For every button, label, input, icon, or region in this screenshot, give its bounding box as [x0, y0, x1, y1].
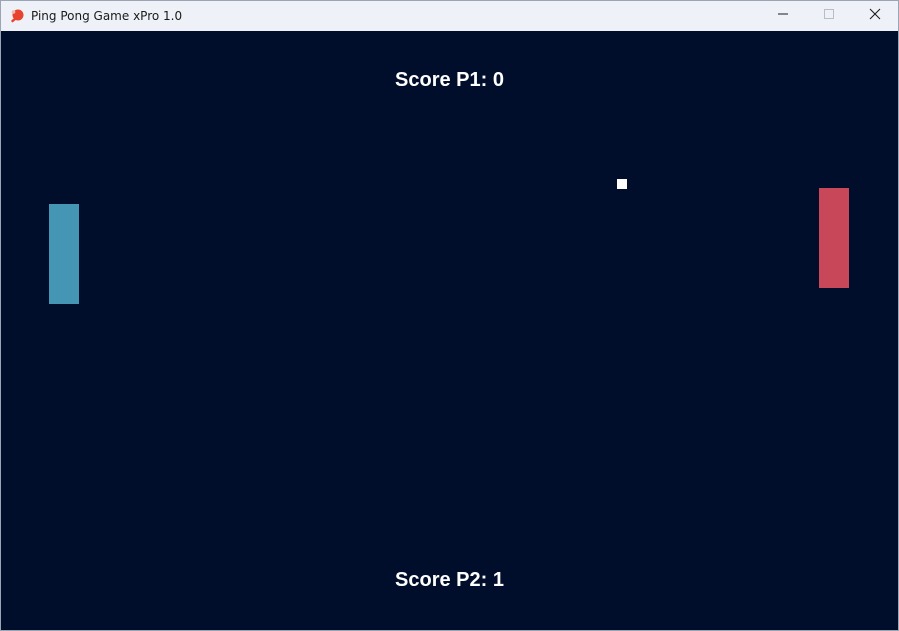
left-paddle — [49, 204, 79, 304]
maximize-icon — [823, 7, 835, 25]
minimize-icon — [777, 7, 789, 25]
ball — [617, 179, 627, 189]
minimize-button[interactable] — [760, 1, 806, 31]
window-title: Ping Pong Game xPro 1.0 — [31, 9, 183, 23]
game-window: Ping Pong Game xPro 1.0 Score P1: 0 Scor… — [0, 0, 899, 631]
game-canvas[interactable]: Score P1: 0 Score P2: 1 — [1, 31, 898, 630]
close-button[interactable] — [852, 1, 898, 31]
ping-pong-paddle-icon — [9, 8, 25, 24]
window-controls — [760, 1, 898, 31]
score-player-2: Score P2: 1 — [395, 569, 504, 591]
right-paddle — [819, 188, 849, 288]
title-bar[interactable]: Ping Pong Game xPro 1.0 — [1, 1, 898, 31]
score-player-1: Score P1: 0 — [395, 69, 504, 91]
maximize-button[interactable] — [806, 1, 852, 31]
close-icon — [869, 7, 881, 25]
